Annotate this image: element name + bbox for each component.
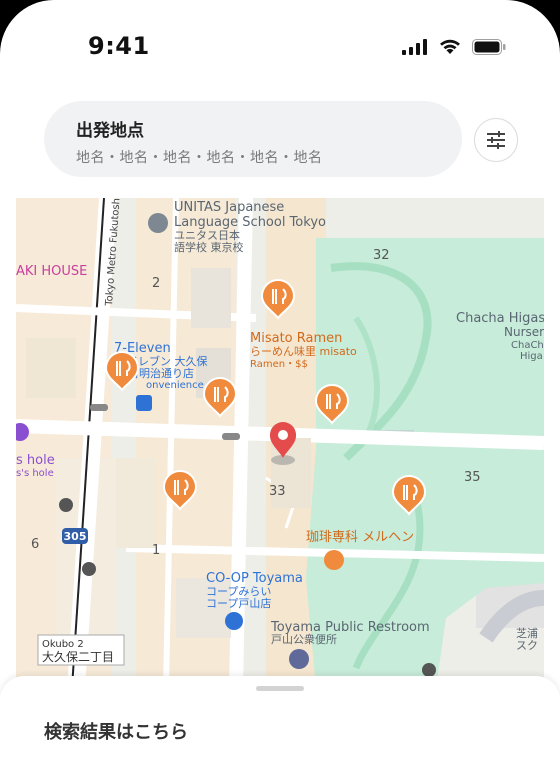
store-poi-icon (136, 395, 152, 411)
phone-screen: 9:41 出発地点 地名・地名・地名・地名・地名・地名 305 UNITAS J… (0, 0, 560, 760)
status-icons (402, 38, 506, 55)
chacha-label-3: ChaCh (511, 340, 544, 351)
cafe-label: 珈琲専科 メルヘン (306, 530, 414, 545)
bus-stop-icon-2 (82, 562, 96, 576)
school-poi-icon (148, 213, 168, 233)
block-number-33: 33 (269, 484, 286, 499)
okubo-label-en: Okubo 2 (42, 639, 84, 650)
unitas-label-jp2: 語学校 東京校 (174, 240, 244, 254)
wifi-icon (440, 39, 460, 54)
block-number-2: 2 (152, 276, 160, 291)
chacha-label-4: Higa (520, 351, 543, 362)
departure-title: 出発地点 (76, 121, 144, 141)
restroom-jp-label: 戸山公衆便所 (271, 633, 337, 646)
unitas-label-en2: Language School Tokyo (174, 215, 326, 230)
hole-label-1: s hole (16, 453, 55, 468)
map-canvas: 305 UNITAS Japanese Language School Toky… (16, 198, 544, 688)
chacha-label-2: Nurser (504, 325, 544, 339)
bus-stop-icon (59, 498, 73, 512)
misato-ramen-jp-label: らーめん味里 misato (250, 345, 357, 358)
hole-label-2: s's hole (16, 468, 54, 479)
restroom-poi-icon (289, 649, 309, 669)
battery-icon (472, 38, 506, 55)
coop-jp2-label: コープ戸山店 (206, 596, 271, 610)
cafe-poi-icon (324, 550, 344, 570)
results-title: 検索結果はこちら (44, 722, 188, 743)
bus-stop-icon-3 (422, 663, 436, 677)
okubo-label-jp: 大久保二丁目 (42, 650, 114, 664)
unitas-label-jp: ユニタス日本 (174, 228, 240, 242)
filter-button[interactable] (474, 118, 518, 162)
aki-house-label: AKI HOUSE (16, 264, 87, 279)
sliders-icon (487, 131, 505, 149)
results-bottom-sheet[interactable]: 検索結果はこちら (0, 676, 560, 760)
cellular-signal-icon (402, 38, 427, 55)
shiba-label-2: スク (516, 639, 538, 652)
map-view[interactable]: 305 UNITAS Japanese Language School Toky… (16, 198, 544, 688)
departure-search-field[interactable]: 出発地点 地名・地名・地名・地名・地名・地名 (44, 101, 462, 177)
traffic-light-icon (90, 404, 108, 411)
misato-ramen-label: Misato Ramen (250, 331, 342, 346)
block-number-35: 35 (464, 470, 481, 485)
traffic-light-icon-2 (222, 433, 240, 440)
shopping-cart-icon (225, 612, 243, 630)
coop-label: CO-OP Toyama (206, 571, 303, 586)
block-number-1: 1 (152, 543, 160, 558)
block-number-32: 32 (373, 248, 390, 263)
departure-places: 地名・地名・地名・地名・地名・地名 (76, 150, 323, 166)
status-bar: 9:41 (0, 0, 560, 90)
unitas-label-en: UNITAS Japanese (174, 200, 284, 215)
route-305-label: 305 (64, 530, 87, 543)
block-number-6: 6 (31, 537, 39, 552)
sheet-drag-handle[interactable] (256, 686, 304, 691)
status-time: 9:41 (88, 32, 150, 60)
misato-ramen-sub-label: Ramen・$$ (250, 359, 308, 370)
chacha-label-1: Chacha Higas (456, 311, 544, 326)
